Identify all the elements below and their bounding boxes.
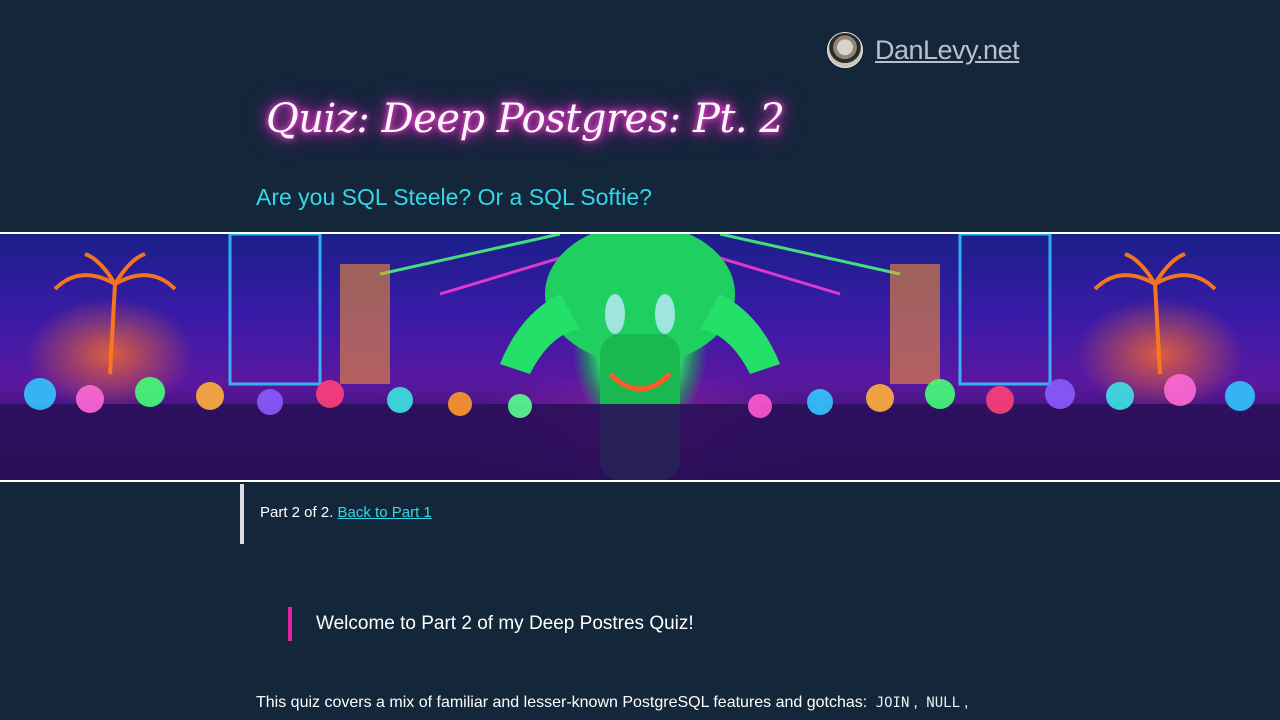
intro-paragraph: This quiz covers a mix of familiar and l… [256, 694, 968, 712]
site-name: DanLevy.net [875, 34, 1020, 65]
part-callout: Part 2 of 2. Back to Part 1 [240, 484, 840, 544]
author-avatar-icon [827, 32, 863, 68]
page-subtitle: Are you SQL Steele? Or a SQL Softie? [256, 184, 652, 210]
code-null: NULL [926, 695, 961, 711]
intro-text: This quiz covers a mix of familiar and l… [256, 694, 872, 711]
site-home-link[interactable]: DanLevy.net [827, 32, 1020, 68]
hero-image [0, 232, 1280, 482]
intro-separator: , [913, 694, 923, 711]
part-callout-text: Part 2 of 2. [260, 504, 338, 521]
intro-separator: , [964, 694, 969, 711]
welcome-text: Welcome to Part 2 of my Deep Postres Qui… [316, 613, 694, 634]
page-title: Quiz: Deep Postgres: Pt. 2 [266, 96, 785, 142]
back-to-part-1-link[interactable]: Back to Part 1 [338, 504, 432, 521]
neon-elephant-dance-party-illustration [0, 234, 1280, 480]
code-join: JOIN [875, 695, 910, 711]
welcome-blockquote: Welcome to Part 2 of my Deep Postres Qui… [288, 607, 694, 641]
